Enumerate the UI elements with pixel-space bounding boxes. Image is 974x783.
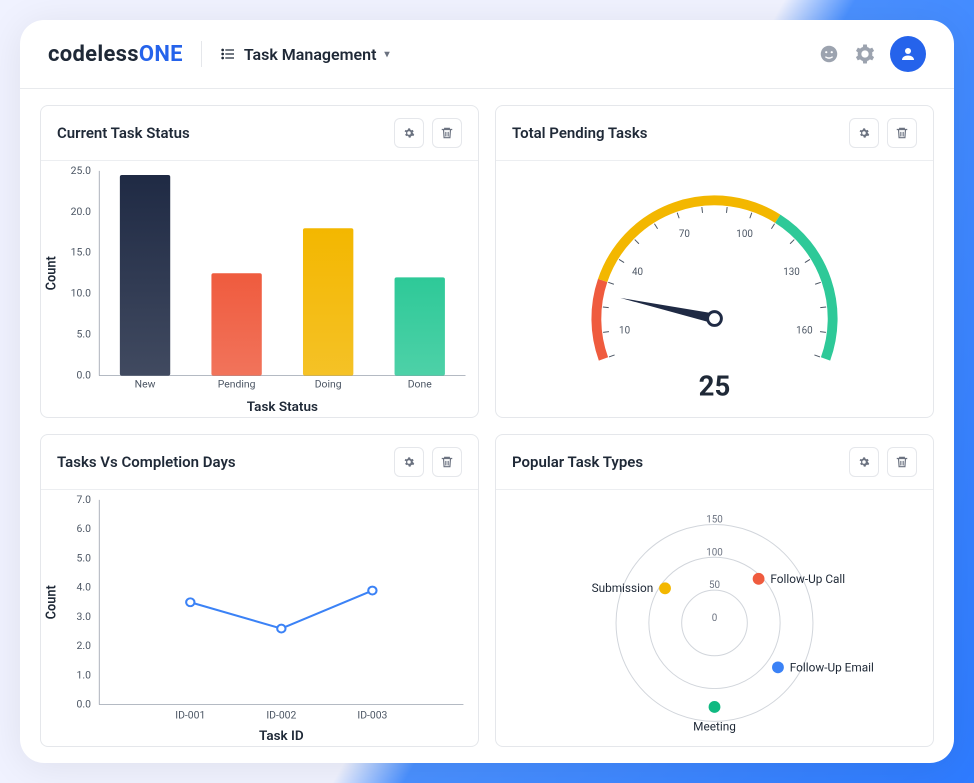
svg-text:Follow-Up Email: Follow-Up Email (790, 660, 874, 674)
svg-text:Pending: Pending (218, 380, 256, 391)
gear-icon[interactable] (854, 43, 876, 65)
svg-text:40: 40 (632, 267, 643, 278)
card-title: Popular Task Types (512, 453, 841, 471)
svg-text:0: 0 (712, 613, 718, 624)
svg-text:ID-001: ID-001 (175, 711, 205, 722)
svg-text:70: 70 (679, 229, 690, 240)
logo-text-a: codeless (48, 42, 139, 67)
trash-button[interactable] (432, 118, 462, 148)
svg-text:10: 10 (619, 326, 630, 337)
svg-text:6.0: 6.0 (77, 524, 92, 535)
card-header: Current Task Status (41, 106, 478, 161)
svg-text:5.0: 5.0 (77, 554, 92, 565)
gear-button[interactable] (394, 447, 424, 477)
divider (201, 41, 202, 67)
svg-text:5.0: 5.0 (77, 330, 92, 341)
section-selector[interactable]: Task Management ▾ (220, 45, 390, 64)
trash-button[interactable] (887, 447, 917, 477)
svg-text:130: 130 (783, 267, 800, 278)
svg-text:160: 160 (796, 326, 813, 337)
chevron-down-icon: ▾ (384, 49, 389, 60)
card-current-task-status: Current Task Status 0.0 5.0 10.0 15.0 20.0 25… (40, 105, 479, 418)
svg-text:Count: Count (44, 256, 59, 291)
emoji-icon[interactable] (818, 43, 840, 65)
gauge-chart: 10 40 70 100 130 160 25 (496, 161, 933, 417)
svg-text:150: 150 (706, 514, 723, 525)
topbar-actions (818, 36, 926, 72)
list-icon (220, 46, 236, 62)
svg-text:25.0: 25.0 (71, 166, 92, 177)
section-label: Task Management (244, 45, 377, 64)
gear-button[interactable] (849, 447, 879, 477)
logo-text-b: ONE (139, 42, 183, 67)
app-window: codelessONE Task Management ▾ Current Ta… (20, 20, 954, 763)
dashboard-grid: Current Task Status 0.0 5.0 10.0 15.0 20.0 25… (20, 89, 954, 763)
card-header: Total Pending Tasks (496, 106, 933, 161)
svg-text:1.0: 1.0 (77, 671, 92, 682)
svg-text:ID-003: ID-003 (357, 711, 387, 722)
bar-chart: 0.0 5.0 10.0 15.0 20.0 25.0 New Pending Doing Don… (41, 161, 478, 417)
card-title: Current Task Status (57, 124, 386, 142)
card-tasks-vs-completion-days: Tasks Vs Completion Days 0.0 1.0 2.0 3.0 4.0… (40, 434, 479, 747)
avatar[interactable] (890, 36, 926, 72)
card-header: Popular Task Types (496, 435, 933, 490)
svg-text:2.0: 2.0 (77, 641, 92, 652)
svg-text:0.0: 0.0 (77, 371, 92, 382)
svg-text:Count: Count (44, 585, 59, 620)
svg-text:50: 50 (709, 580, 720, 591)
svg-text:15.0: 15.0 (71, 248, 92, 259)
svg-text:4.0: 4.0 (77, 583, 92, 594)
svg-text:Submission: Submission (592, 581, 654, 595)
gear-button[interactable] (394, 118, 424, 148)
svg-text:Done: Done (408, 380, 432, 391)
svg-text:3.0: 3.0 (77, 612, 92, 623)
svg-text:Meeting: Meeting (693, 720, 736, 734)
trash-button[interactable] (432, 447, 462, 477)
svg-text:100: 100 (706, 547, 723, 558)
svg-text:0.0: 0.0 (77, 700, 92, 711)
card-total-pending-tasks: Total Pending Tasks 10 40 70 100 130 160 25 (495, 105, 934, 418)
svg-text:20.0: 20.0 (71, 207, 92, 218)
card-title: Tasks Vs Completion Days (57, 453, 386, 471)
svg-text:Doing: Doing (315, 380, 342, 391)
svg-text:Task Status: Task Status (247, 400, 318, 415)
svg-text:New: New (135, 380, 156, 391)
card-title: Total Pending Tasks (512, 124, 841, 142)
svg-text:10.0: 10.0 (71, 289, 92, 300)
svg-text:Follow-Up Call: Follow-Up Call (770, 572, 845, 586)
svg-text:25: 25 (699, 369, 731, 402)
card-header: Tasks Vs Completion Days (41, 435, 478, 490)
logo: codelessONE (48, 42, 183, 67)
line-chart: 0.0 1.0 2.0 3.0 4.0 5.0 6.0 7.0 ID-001 ID-002 ID-0… (41, 490, 478, 746)
svg-text:ID-002: ID-002 (266, 711, 296, 722)
svg-text:7.0: 7.0 (77, 495, 92, 506)
svg-text:Task ID: Task ID (259, 729, 304, 744)
topbar: codelessONE Task Management ▾ (20, 20, 954, 89)
radar-chart: 0 50 100 150 Follow-Up Call Follow-Up Email Me… (496, 490, 933, 746)
card-popular-task-types: Popular Task Types 0 50 100 150 Follow-Up Ca… (495, 434, 934, 747)
svg-text:100: 100 (736, 229, 753, 240)
gear-button[interactable] (849, 118, 879, 148)
trash-button[interactable] (887, 118, 917, 148)
